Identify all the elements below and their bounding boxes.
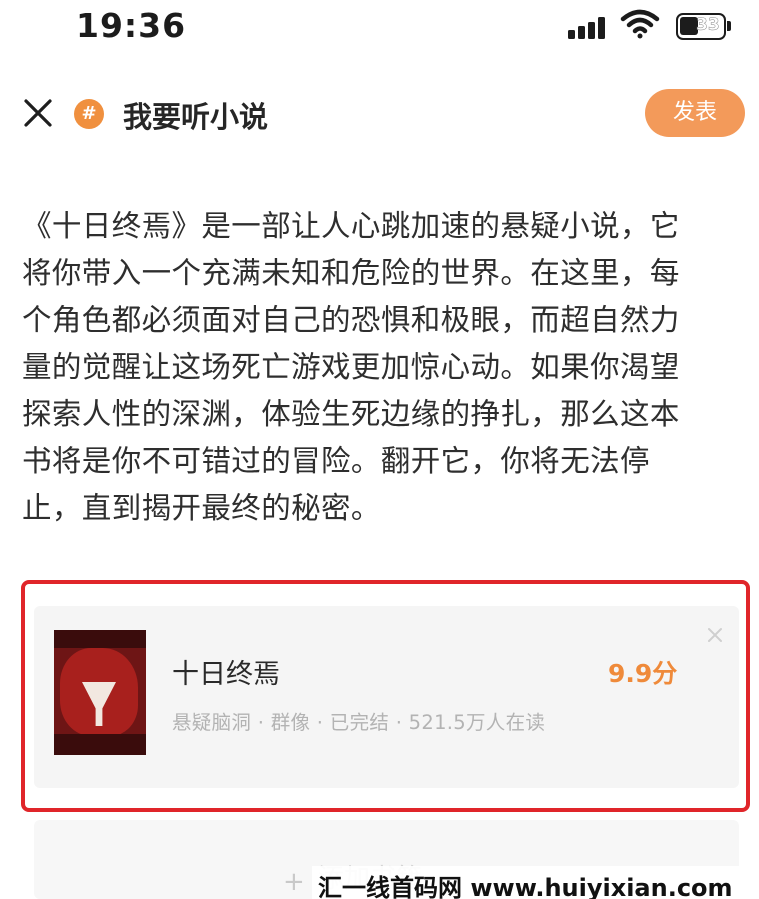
book-cover-image[interactable] [54, 630, 146, 755]
close-icon[interactable] [22, 97, 54, 129]
status-time: 19:36 [76, 6, 187, 45]
post-line: 个角色都必须面对自己的恐惧和极眼，而超自然力 [22, 303, 680, 337]
plus-icon: + [283, 867, 305, 897]
remove-book-icon[interactable] [707, 627, 723, 643]
battery-cap [727, 21, 731, 31]
post-line: 将你带入一个充满未知和危险的世界。在这里，每 [22, 256, 680, 290]
post-line: 量的觉醒让这场死亡游戏更加惊心动。如果你渴望 [22, 350, 680, 384]
topic-title[interactable]: 我要听小说 [123, 94, 268, 136]
publish-button[interactable]: 发表 [645, 89, 745, 137]
post-text[interactable]: 《十日终焉》是一部让人心跳加速的悬疑小说，它 将你带入一个充满未知和危险的世界。… [22, 203, 746, 532]
post-line: 探索人性的深渊，体验生死边缘的挣扎，那么这本 [22, 397, 680, 431]
post-line: 《十日终焉》是一部让人心跳加速的悬疑小说，它 [22, 209, 680, 243]
post-line: 止，直到揭开最终的秘密。 [22, 491, 381, 525]
book-meta: 悬疑脑洞 · 群像 · 已完结 · 521.5万人在读 [172, 711, 546, 734]
topic-hashtag-icon: # [74, 99, 104, 129]
signal-icon [568, 17, 610, 39]
battery-icon: 33 [676, 13, 726, 40]
status-bar: 19:36 33 [0, 0, 759, 60]
book-score: 9.9分 [608, 659, 678, 688]
post-line: 书将是你不可错过的冒险。翻开它，你将无法停 [22, 444, 650, 478]
book-title: 十日终焉 [172, 659, 280, 690]
wifi-icon [620, 9, 660, 39]
battery-level: 33 [696, 15, 720, 36]
watermark: 汇一线首码网 www.huiyixian.com [312, 866, 739, 899]
